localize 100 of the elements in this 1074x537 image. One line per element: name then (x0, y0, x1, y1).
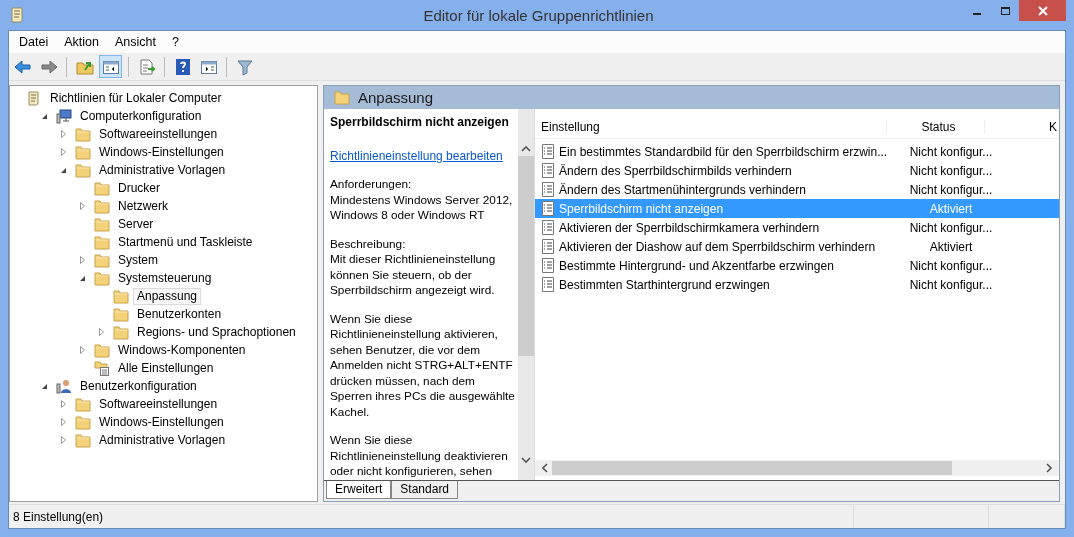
tree-item[interactable]: Alle Einstellungen (114, 359, 218, 377)
policy-setting-icon (541, 144, 555, 159)
tree-item[interactable]: Richtlinien für Lokaler Computer (46, 89, 226, 107)
tree-item[interactable]: Drucker (114, 179, 164, 197)
menu-item[interactable]: Datei (11, 33, 57, 51)
horizontal-scrollbar[interactable] (535, 460, 1059, 476)
expand-arrow-icon[interactable] (59, 436, 67, 444)
setting-name: Sperrbildschirm nicht anzeigen (559, 201, 725, 216)
expand-arrow-icon[interactable] (78, 346, 86, 354)
folder-icon (334, 90, 350, 105)
policy-row[interactable]: Aktivieren der Sperrbildschirmkamera verhindern Nicht konfigur... (535, 218, 1059, 237)
setting-status: Nicht konfigur... (908, 220, 994, 235)
tree-item[interactable]: Windows-Einstellungen (95, 413, 228, 431)
description-paragraph: Beschreibung: Mit dieser Richtlinieneinstellung können Sie steuern, ob der Sperrbildschirm angezeigt wird. (330, 236, 497, 299)
expand-arrow-icon[interactable] (59, 400, 67, 408)
expand-arrow-icon[interactable] (78, 202, 86, 210)
tree-item[interactable]: Softwareeinstellungen (95, 395, 222, 413)
collapse-arrow-icon[interactable] (40, 382, 48, 390)
status-text: 8 Einstellung(en) (9, 505, 854, 528)
collapse-arrow-icon[interactable] (78, 274, 86, 282)
user-icon (56, 378, 72, 394)
policy-setting-icon (541, 201, 555, 216)
policy-setting-icon (541, 239, 555, 254)
setting-status: Nicht konfigur... (908, 182, 994, 197)
tree-item[interactable]: Administrative Vorlagen (95, 431, 230, 449)
policy-row[interactable]: Aktivieren der Diashow auf dem Sperrbildschirm verhindern Aktiviert (535, 237, 1059, 256)
folder-icon (75, 432, 91, 448)
policy-setting-icon (541, 277, 555, 292)
tree-item[interactable]: Benutzerkonfiguration (76, 377, 201, 395)
collapse-arrow-icon[interactable] (40, 112, 48, 120)
setting-name: Aktivieren der Sperrbildschirmkamera verhindern (559, 220, 821, 235)
folder-icon (94, 180, 110, 196)
column-header[interactable]: Status (887, 120, 985, 134)
policy-row[interactable]: Ändern des Startmenühintergrunds verhindern Nicht konfigur... (535, 180, 1059, 199)
setting-name: Ändern des Sperrbildschirmbilds verhindern (559, 163, 793, 178)
setting-status: Aktiviert (928, 201, 974, 216)
expand-arrow-icon[interactable] (97, 328, 105, 336)
setting-status: Nicht konfigur... (908, 144, 994, 159)
panel-title: Anpassung (358, 89, 434, 106)
description-paragraph: Wenn Sie diese Richtlinieneinstellung deaktivieren oder nicht konfigurieren, sehen (330, 433, 509, 480)
setting-status: Nicht konfigur... (908, 277, 994, 292)
setting-name: Bestimmten Starthintergrund erzwingen (559, 277, 771, 292)
menu-item[interactable]: Aktion (56, 33, 107, 51)
tree-toggle-button[interactable] (99, 55, 122, 78)
expand-arrow-icon[interactable] (59, 130, 67, 138)
description-paragraph: Anforderungen: Mindestens Windows Server 2012, Windows 8 oder Windows RT (330, 177, 514, 224)
expand-arrow-icon[interactable] (78, 256, 86, 264)
folder-icon (75, 126, 91, 142)
policy-title: Sperrbildschirm nicht anzeigen (330, 115, 510, 129)
tree-item[interactable]: Administrative Vorlagen (95, 161, 230, 179)
collapse-arrow-icon[interactable] (59, 166, 67, 174)
folder-icon (113, 288, 129, 304)
vertical-scrollbar[interactable] (518, 109, 534, 480)
tree-item[interactable]: Windows-Einstellungen (95, 143, 228, 161)
tree-item[interactable]: System (114, 251, 162, 269)
scroll-down-icon[interactable] (521, 457, 531, 464)
tree-item[interactable]: Systemsteuerung (114, 269, 216, 287)
scroll-right-icon[interactable] (1046, 463, 1053, 473)
tree-item[interactable]: Windows-Komponenten (114, 341, 250, 359)
tree-item[interactable]: Regions- und Sprachoptionen (133, 323, 300, 341)
setting-status: Nicht konfigur... (908, 163, 994, 178)
view-tab[interactable]: Erweitert (326, 481, 392, 499)
policy-row[interactable]: Ein bestimmtes Standardbild für den Sperrbildschirm erzwin... Nicht konfigur... (535, 142, 1059, 161)
policy-setting-icon (541, 182, 555, 197)
tree-item[interactable]: Computerkonfiguration (76, 107, 206, 125)
close-button[interactable] (1019, 0, 1066, 21)
tree-item[interactable]: Startmenü und Taskleiste (114, 233, 257, 251)
computer-icon (56, 108, 72, 124)
description-paragraph: Wenn Sie diese Richtlinieneinstellung aktivieren, sehen Benutzer, die vor dem Anmelden nicht STRG+ALT+ENTF drücken müssen, nach dem Sperren ihres PCs die ausgewählte Kachel. (330, 311, 514, 420)
menu-item[interactable]: Ansicht (106, 33, 164, 51)
setting-status: Nicht konfigur... (908, 258, 994, 273)
policy-setting-icon (541, 163, 555, 178)
maximize-icon (999, 5, 1011, 16)
folder-icon (94, 234, 110, 250)
folder-icon (94, 252, 110, 268)
minimize-icon (973, 12, 981, 15)
policy-row[interactable]: Bestimmte Hintergrund- und Akzentfarbe erzwingen Nicht konfigur... (535, 256, 1059, 275)
settings-list-icon (94, 360, 110, 376)
edit-policy-link[interactable]: Richtlinieneinstellung bearbeiten (330, 149, 503, 163)
expand-arrow-icon[interactable] (59, 418, 67, 426)
policy-setting-icon (541, 258, 555, 273)
tree-item[interactable]: Netzwerk (114, 197, 172, 215)
column-header[interactable]: K (985, 120, 1059, 134)
setting-name: Ändern des Startmenühintergrunds verhindern (559, 182, 807, 197)
folder-icon (75, 396, 91, 412)
view-tab[interactable]: Standard (391, 481, 459, 499)
policy-row[interactable]: Bestimmten Starthintergrund erzwingen Nicht konfigur... (535, 275, 1059, 294)
scroll-up-icon[interactable] (521, 145, 531, 152)
scroll-left-icon[interactable] (541, 463, 548, 473)
setting-status: Aktiviert (928, 239, 974, 254)
expand-arrow-icon[interactable] (59, 148, 67, 156)
tree-item[interactable]: Benutzerkonten (133, 305, 226, 323)
menu-item[interactable]: ? (163, 33, 187, 51)
tree-item[interactable]: Softwareeinstellungen (95, 125, 222, 143)
app-icon (10, 7, 24, 23)
tree-item[interactable]: Anpassung (133, 287, 202, 305)
column-header[interactable]: Einstellung (535, 120, 887, 134)
policy-row[interactable]: Ändern des Sperrbildschirmbilds verhindern Nicht konfigur... (535, 161, 1059, 180)
setting-name: Aktivieren der Diashow auf dem Sperrbildschirm verhindern (559, 239, 877, 254)
tree-item[interactable]: Server (114, 215, 158, 233)
